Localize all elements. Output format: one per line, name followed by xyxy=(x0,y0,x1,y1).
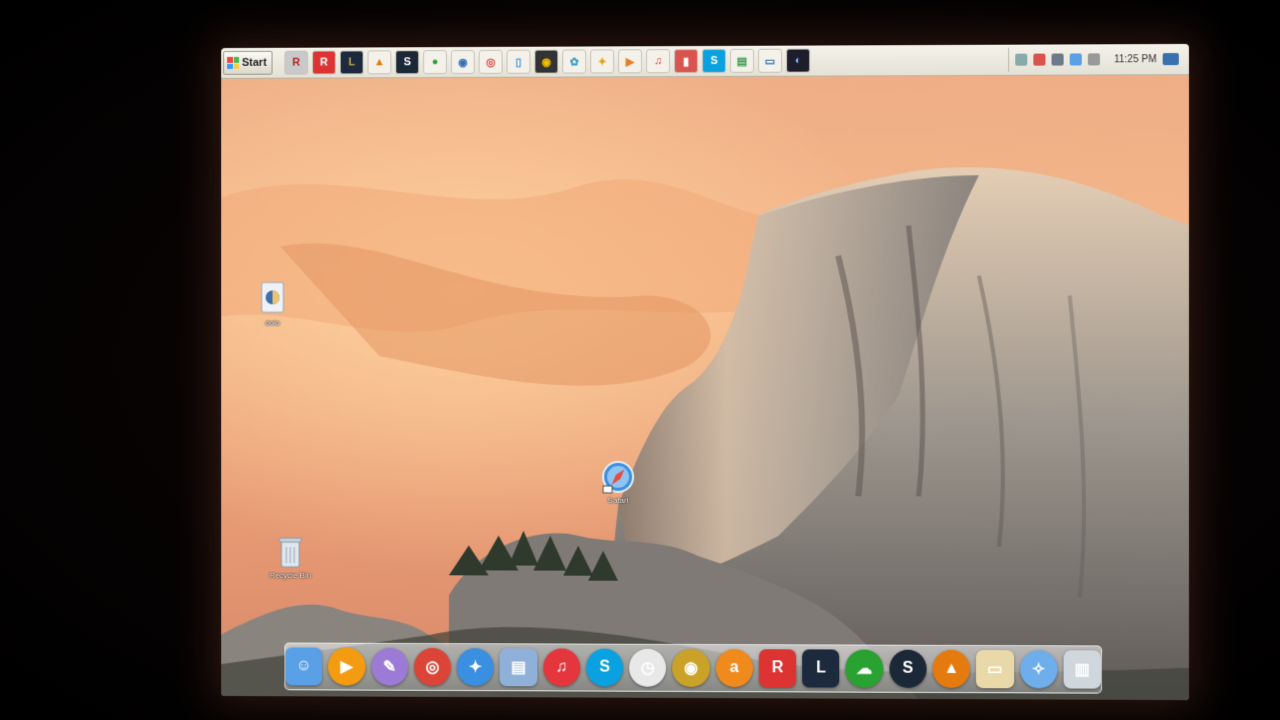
globe-icon[interactable]: ◉ xyxy=(450,49,475,74)
cloud-icon[interactable]: ☁ xyxy=(845,649,884,688)
photos-icon[interactable]: ✦ xyxy=(590,49,615,74)
media-player-icon[interactable]: ◉ xyxy=(534,49,559,74)
chrome-icon[interactable]: ◎ xyxy=(478,49,503,74)
phone-icon[interactable]: ▯ xyxy=(506,49,531,74)
chrome-icon[interactable]: ◎ xyxy=(413,647,451,686)
paintbrush-icon[interactable]: ✎ xyxy=(371,647,408,686)
trash-icon[interactable]: ▥ xyxy=(1063,650,1102,689)
skype-icon[interactable]: S xyxy=(702,48,727,73)
itunes-icon[interactable]: ♫ xyxy=(646,49,671,74)
league-of-legends-icon[interactable]: L xyxy=(339,50,364,75)
desktop-icon-label: dolo xyxy=(265,318,280,328)
steam-icon[interactable]: S xyxy=(889,649,927,688)
show-desktop-icon[interactable] xyxy=(1162,53,1179,66)
windows-flag-icon xyxy=(227,56,239,69)
monitor-bezel: Start R R L ▲ S ● ◉ ◎ ▯ ◉ ✿ ✦ ▶ ♫ ▮ S ▤ ▭ ◐ 11:25 PM dolo xyxy=(0,0,1280,720)
tray-signal-icon[interactable] xyxy=(1069,53,1082,66)
tray-flag-icon[interactable] xyxy=(1033,53,1046,66)
finder-icon[interactable]: ☺ xyxy=(285,647,323,686)
book-icon[interactable]: ▮ xyxy=(674,49,699,74)
desktop-wallpaper xyxy=(221,74,1189,701)
quick-launch-bar: R R L ▲ S ● ◉ ◎ ▯ ◉ ✿ ✦ ▶ ♫ ▮ S ▤ ▭ ◐ xyxy=(284,48,811,75)
vlc-cone-icon[interactable]: ▲ xyxy=(367,50,392,75)
dashboard-icon[interactable]: ◐ xyxy=(786,48,811,73)
roblox-studio-icon[interactable]: R xyxy=(284,50,309,75)
desktop-icon-label: Safari xyxy=(607,495,629,505)
roblox-icon[interactable]: R xyxy=(758,649,797,688)
system-tray: 11:25 PM xyxy=(1008,46,1187,72)
skype-icon[interactable]: S xyxy=(586,648,624,687)
desktop-icon-recycle-bin[interactable]: Recycle Bin xyxy=(261,535,320,580)
desktop-icon-safari[interactable]: Safari xyxy=(588,460,648,505)
desktop-icon-label: Recycle Bin xyxy=(269,570,312,580)
compass-icon[interactable]: ✧ xyxy=(1019,650,1058,689)
tray-clock[interactable]: 11:25 PM xyxy=(1114,54,1157,65)
tray-network-icon[interactable] xyxy=(1051,53,1064,66)
itunes-icon[interactable]: ♫ xyxy=(542,648,581,687)
safari-compass-icon xyxy=(602,461,635,494)
file-manager-icon[interactable]: ▤ xyxy=(730,48,755,73)
dolo-file-icon xyxy=(258,280,288,316)
monitor-icon[interactable]: ▭ xyxy=(758,48,783,73)
paint-icon[interactable]: ✿ xyxy=(562,49,587,74)
clock-icon[interactable]: ◷ xyxy=(629,648,667,687)
start-button[interactable]: Start xyxy=(223,50,273,75)
green-cloud-icon[interactable]: ● xyxy=(423,50,447,75)
player-icon[interactable]: ▶ xyxy=(618,49,643,74)
roblox-icon[interactable]: R xyxy=(312,50,336,75)
taskbar: Start R R L ▲ S ● ◉ ◎ ▯ ◉ ✿ ✦ ▶ ♫ ▮ S ▤ ▭ ◐ 11:25 PM xyxy=(221,43,1189,79)
start-label: Start xyxy=(241,56,267,69)
tray-volume-icon[interactable] xyxy=(1087,53,1100,66)
notes-icon[interactable]: ▤ xyxy=(499,648,537,687)
quicktime-icon[interactable]: ▶ xyxy=(328,647,366,686)
tray-chevron-icon[interactable] xyxy=(1015,53,1028,66)
dock: ☺ ▶ ✎ ◎ ✦ ▤ ♫ S ◷ ◉ a R L ☁ S ▲ ▭ ✧ ▥ xyxy=(284,642,1102,694)
dvd-player-icon[interactable]: ◉ xyxy=(672,648,710,688)
desktop-screen: Start R R L ▲ S ● ◉ ◎ ▯ ◉ ✿ ✦ ▶ ♫ ▮ S ▤ ▭ ◐ 11:25 PM dolo xyxy=(221,43,1189,701)
vlc-icon[interactable]: ▲ xyxy=(932,649,971,689)
desktop-icon-dolo[interactable]: dolo xyxy=(243,280,302,327)
avast-icon[interactable]: a xyxy=(715,649,753,688)
recycle-bin-icon xyxy=(277,535,303,569)
folder-icon[interactable]: ▭ xyxy=(976,649,1014,689)
safari-icon[interactable]: ✦ xyxy=(456,648,494,687)
league-of-legends-icon[interactable]: L xyxy=(802,649,840,688)
steam-icon[interactable]: S xyxy=(395,50,420,75)
